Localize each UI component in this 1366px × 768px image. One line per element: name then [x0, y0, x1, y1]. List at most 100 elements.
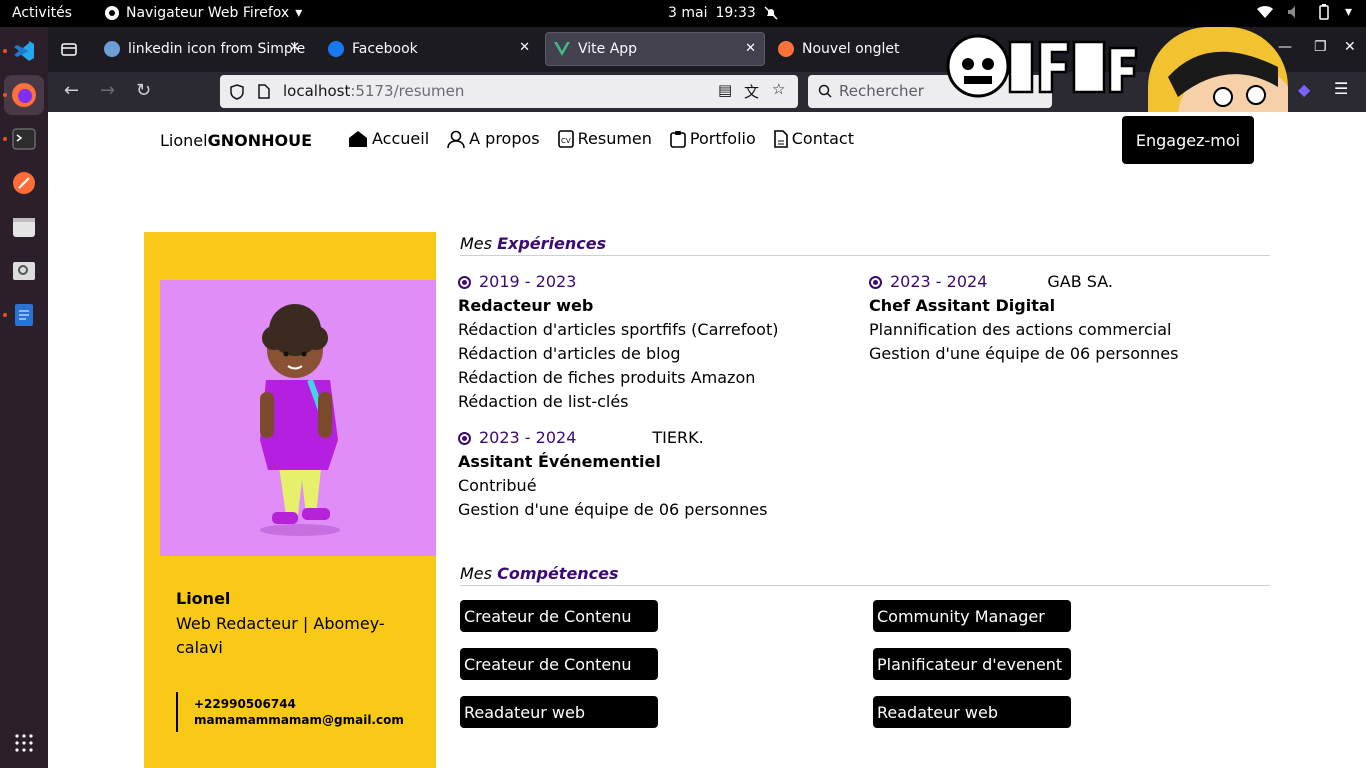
experience-role: Redacteur web	[458, 296, 594, 315]
logo-last: GNONHOUE	[207, 131, 313, 150]
reload-icon[interactable]: ↻	[136, 80, 151, 101]
activities-button[interactable]: Activités	[12, 5, 72, 21]
experience-item: 2023 - 2024 GAB SA. Chef Assitant Digital…	[869, 270, 1178, 366]
running-indicator	[3, 137, 7, 141]
heading-prefix: Mes	[460, 564, 492, 583]
tab-linkedin[interactable]: linkedin icon from Simple ✕	[96, 32, 308, 66]
app-grid-icon[interactable]	[8, 727, 40, 759]
reader-mode-icon[interactable]: ▤	[718, 81, 732, 99]
chevron-down-icon: ▾	[1344, 4, 1352, 20]
forward-icon[interactable]: →	[100, 80, 115, 101]
clock-date: 3 mai	[668, 5, 708, 21]
experience-line: Plannification des actions commercial	[869, 320, 1172, 339]
system-tray[interactable]: ▾	[1256, 4, 1352, 20]
minimize-icon[interactable]: —	[1278, 39, 1292, 55]
terminal-icon[interactable]	[8, 123, 40, 155]
vscode-icon[interactable]	[8, 35, 40, 67]
chevron-down-icon: ▾	[295, 5, 303, 21]
one-piece-logo-decoration	[946, 34, 1138, 98]
screenshot-icon[interactable]	[8, 255, 40, 287]
search-icon	[818, 84, 832, 98]
menu-label: Contact	[791, 129, 854, 148]
shield-icon[interactable]	[230, 84, 244, 100]
profile-contact: +22990506744 mamamammamam@gmail.com	[176, 692, 404, 732]
skill-tag: Readateur web	[873, 696, 1071, 728]
menu-label: Accueil	[372, 129, 430, 148]
close-icon[interactable]: ✕	[745, 41, 756, 56]
skill-tag: Createur de Contenu	[460, 648, 658, 680]
experiences-heading: Mes Expériences	[460, 234, 1270, 256]
window-close-icon[interactable]: ✕	[1344, 39, 1356, 55]
profile-email[interactable]: mamamammamam@gmail.com	[194, 712, 404, 728]
firefox-icon[interactable]	[8, 79, 40, 111]
timeline-dot-icon	[458, 275, 471, 289]
tab-overview-icon[interactable]	[60, 40, 78, 62]
back-icon[interactable]: ←	[64, 80, 79, 101]
experience-role: Chef Assitant Digital	[869, 296, 1056, 315]
bookmark-star-icon[interactable]: ☆	[772, 80, 785, 98]
tab-new-tab[interactable]: Nouvel onglet	[770, 32, 940, 66]
volume-muted-icon	[1287, 6, 1295, 18]
clipboard-icon	[670, 130, 686, 148]
extension-icon[interactable]: ◆	[1298, 80, 1310, 99]
clock[interactable]: 3 mai 19:33	[668, 5, 778, 21]
heading-prefix: Mes	[460, 234, 492, 253]
experience-years: 2019 - 2023	[479, 272, 577, 291]
maximize-icon[interactable]: ❐	[1314, 39, 1327, 55]
tab-facebook[interactable]: Facebook ✕	[320, 32, 538, 66]
notifications-off-icon	[764, 6, 778, 20]
avatar	[160, 280, 436, 556]
clock-time: 19:33	[715, 5, 756, 21]
logo-first: Lionel	[160, 131, 208, 150]
files-icon[interactable]	[8, 211, 40, 243]
battery-icon	[1319, 4, 1329, 20]
menu-item-contact[interactable]: Contact	[773, 129, 854, 148]
writer-icon[interactable]	[8, 299, 40, 331]
experience-years: 2023 - 2024	[479, 428, 577, 447]
main-menu: Accueil A propos CV Resumen Portfolio Co…	[348, 129, 854, 148]
menu-item-accueil[interactable]: Accueil	[348, 129, 429, 148]
cv-document-icon: CV	[557, 129, 574, 148]
page-icon[interactable]	[258, 84, 270, 99]
tab-title: Nouvel onglet	[802, 41, 900, 57]
tab-favicon-icon	[104, 41, 120, 57]
translate-icon[interactable]: 文	[744, 81, 759, 102]
facebook-icon	[328, 41, 344, 57]
app-menu[interactable]: Navigateur Web Firefox ▾	[104, 5, 302, 21]
skill-tag: Planificateur d'evenent	[873, 648, 1071, 680]
url-host: localhost	[283, 82, 351, 100]
url-text: localhost:5173/resumen	[283, 82, 464, 100]
experience-item: 2023 - 2024 TIERK. Assitant Événementiel …	[458, 426, 767, 522]
skill-tag: Readateur web	[460, 696, 658, 728]
experience-line: Gestion d'une équipe de 06 personnes	[869, 344, 1179, 363]
menu-label: A propos	[469, 129, 540, 148]
site-logo[interactable]: LionelGNONHOUE	[160, 131, 312, 150]
tab-title: Vite App	[578, 41, 638, 57]
firefox-icon	[105, 6, 119, 20]
url-bar[interactable]: localhost:5173/resumen ▤ 文 ☆	[220, 75, 798, 108]
experience-line: Gestion d'une équipe de 06 personnes	[458, 500, 768, 519]
experience-line: Rédaction d'articles sportfifs (Carrefoo…	[458, 320, 779, 339]
postman-icon[interactable]	[8, 167, 40, 199]
menu-item-resumen[interactable]: CV Resumen	[557, 129, 652, 148]
skills-heading: Mes Compétences	[460, 564, 1270, 586]
app-menu-label: Navigateur Web Firefox	[126, 5, 290, 21]
close-icon[interactable]: ✕	[289, 40, 300, 55]
profile-role: Web Redacteur | Abomey-calavi	[176, 614, 385, 657]
wifi-icon	[1256, 5, 1273, 19]
menu-item-portfolio[interactable]: Portfolio	[670, 129, 756, 148]
tab-title: linkedin icon from Simple	[128, 41, 306, 57]
experience-years: 2023 - 2024	[890, 272, 988, 291]
tab-title: Facebook	[352, 41, 418, 57]
experience-company: GAB SA.	[1047, 272, 1113, 291]
heading-highlight: Expériences	[497, 234, 607, 253]
hire-me-button[interactable]: Engagez-moi	[1122, 116, 1254, 164]
experience-item: 2019 - 2023 Redacteur web Rédaction d'ar…	[458, 270, 778, 414]
menu-item-a-propos[interactable]: A propos	[447, 129, 540, 148]
tab-vite-app[interactable]: Vite App ✕	[545, 32, 765, 66]
home-icon	[349, 130, 367, 147]
menu-label: Resumen	[577, 129, 652, 148]
vue-icon	[554, 42, 570, 56]
menu-icon[interactable]: ☰	[1334, 79, 1348, 98]
close-icon[interactable]: ✕	[519, 40, 530, 55]
